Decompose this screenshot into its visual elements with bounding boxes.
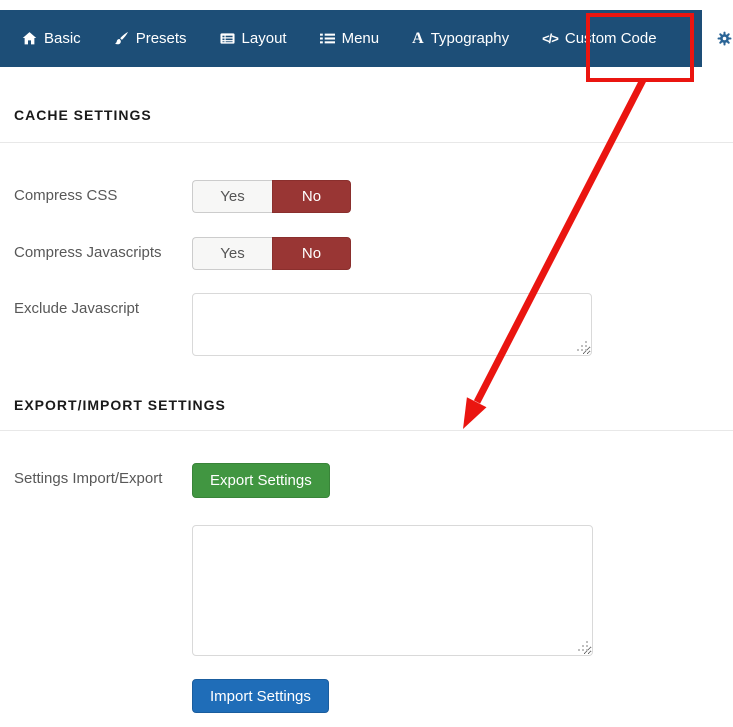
settings-panel: CACHE SETTINGS Compress CSS Yes No Compr…	[0, 107, 733, 718]
tab-typography-label: Typography	[431, 30, 509, 47]
settings-export-row: Settings Import/Export Export Settings	[0, 463, 733, 498]
tab-menu-label: Menu	[342, 30, 380, 47]
tab-basic[interactable]: Basic	[22, 10, 81, 67]
compress-css-label: Compress CSS	[14, 180, 192, 205]
import-button-row: Import Settings	[0, 679, 733, 718]
compress-css-toggle: Yes No	[192, 180, 351, 213]
section-divider	[0, 142, 733, 143]
paint-brush-icon	[114, 31, 129, 46]
tab-basic-label: Basic	[44, 30, 81, 47]
import-settings-button[interactable]: Import Settings	[192, 679, 329, 713]
theme-settings-page: { "navbar": { "items": [ { "label": "Bas…	[0, 10, 733, 727]
tab-layout[interactable]: Layout	[220, 10, 287, 67]
compress-css-yes-button[interactable]: Yes	[192, 180, 272, 213]
menu-list-icon	[320, 31, 335, 46]
export-import-title: EXPORT/IMPORT SETTINGS	[14, 397, 733, 414]
layout-icon	[220, 31, 235, 46]
gear-icon	[717, 31, 732, 46]
compress-css-row: Compress CSS Yes No	[0, 180, 733, 213]
import-textarea-wrap	[192, 525, 593, 656]
compress-js-label: Compress Javascripts	[14, 237, 192, 262]
compress-css-no-button[interactable]: No	[272, 180, 351, 213]
export-settings-button[interactable]: Export Settings	[192, 463, 330, 498]
exclude-js-row: Exclude Javascript	[0, 293, 733, 356]
cache-settings-title: CACHE SETTINGS	[14, 107, 733, 124]
tab-custom-code[interactable]: </> Custom Code	[542, 10, 657, 67]
import-settings-textarea[interactable]	[192, 525, 593, 656]
compress-js-yes-button[interactable]: Yes	[192, 237, 272, 270]
tab-typography[interactable]: A Typography	[412, 10, 509, 67]
compress-js-row: Compress Javascripts Yes No	[0, 237, 733, 270]
tab-menu[interactable]: Menu	[320, 10, 380, 67]
tab-layout-label: Layout	[242, 30, 287, 47]
import-textarea-row	[0, 525, 733, 656]
exclude-js-textarea[interactable]	[192, 293, 592, 356]
code-icon: </>	[542, 31, 558, 46]
section-divider	[0, 430, 733, 431]
tab-presets[interactable]: Presets	[114, 10, 187, 67]
top-navbar: Basic Presets Layout Menu A Typography <…	[0, 10, 733, 67]
exclude-js-textarea-wrap	[192, 293, 592, 356]
settings-import-export-label: Settings Import/Export	[14, 463, 192, 488]
tab-presets-label: Presets	[136, 30, 187, 47]
compress-js-no-button[interactable]: No	[272, 237, 351, 270]
home-icon	[22, 31, 37, 46]
font-icon: A	[412, 31, 424, 47]
tab-custom-code-label: Custom Code	[565, 30, 657, 47]
compress-js-toggle: Yes No	[192, 237, 351, 270]
tab-advanced[interactable]: Advanced	[702, 10, 733, 67]
exclude-js-label: Exclude Javascript	[14, 293, 192, 318]
